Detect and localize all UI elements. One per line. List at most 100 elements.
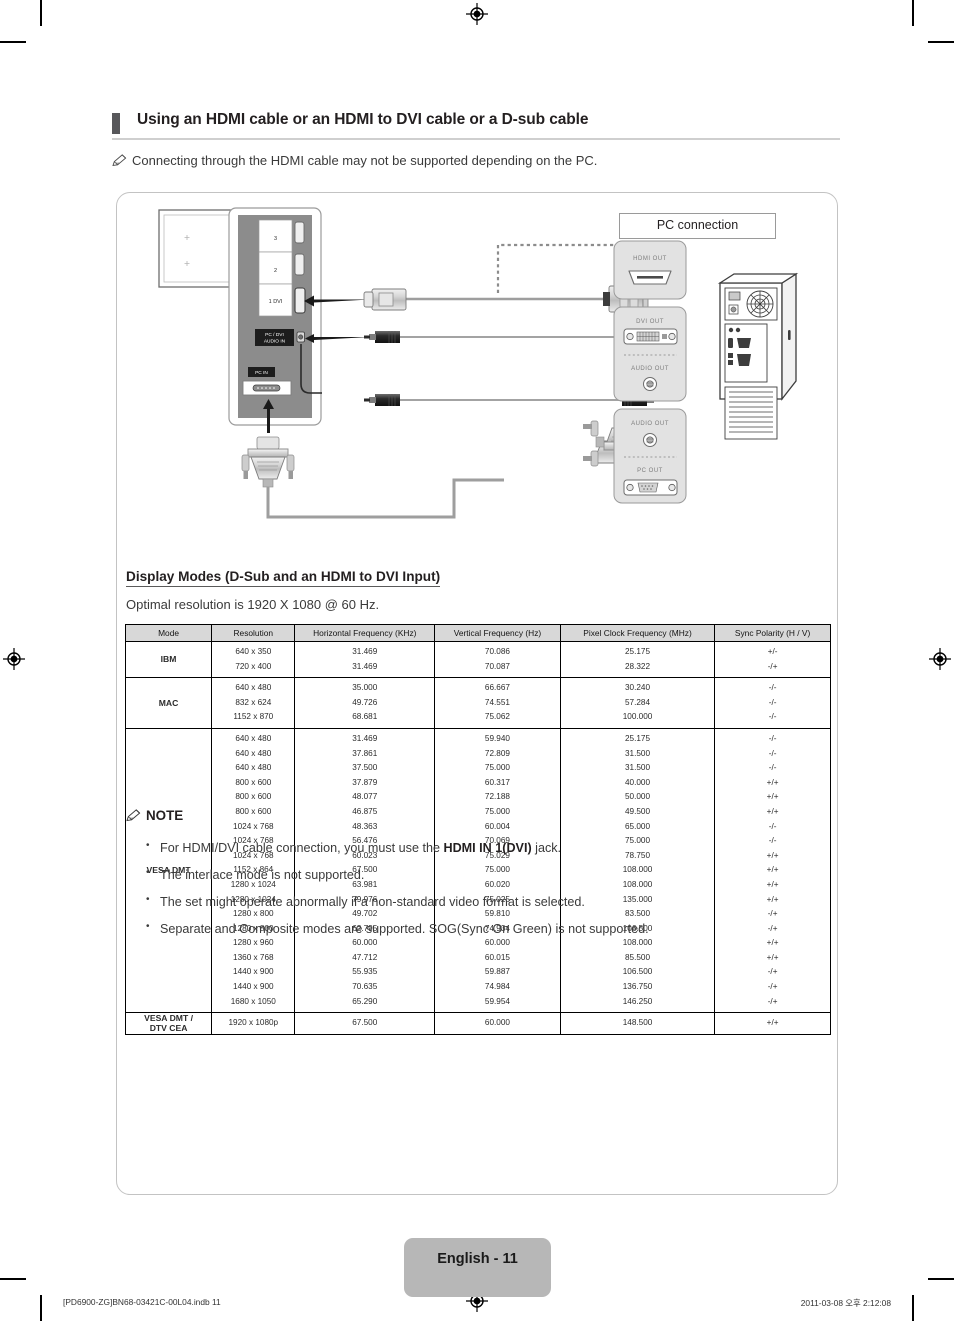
cell-vfreq: 72.809 (434, 746, 561, 762)
pc-port-label-audio-out-2: AUDIO OUT (631, 421, 669, 427)
cell-resolution: 640 x 480 (211, 677, 296, 696)
pc-port-group-pc: AUDIO OUT PC OUT (613, 408, 687, 504)
cell-resolution: 1360 x 768 (211, 950, 296, 966)
cell-pixclock: 106.500 (559, 965, 716, 981)
cell-syncpol: +/+ (714, 936, 831, 951)
note-item: The interlace mode is not supported. (126, 867, 826, 882)
cell-resolution: 640 x 350 (211, 640, 296, 660)
table-row: 832 x 624 49.726 74.551 57.284 -/- (126, 695, 831, 711)
cell-pixclock: 28.322 (559, 659, 716, 679)
cell-hfreq: 60.000 (294, 936, 436, 951)
cell-pixclock: 100.000 (559, 710, 716, 729)
cell-hfreq: 31.469 (294, 640, 436, 660)
col-pixclock: Pixel Clock Frequency (MHz) (559, 624, 716, 642)
pencil-icon (126, 809, 141, 825)
cell-syncpol: -/- (714, 746, 831, 762)
tv-port-label-pcdvi-line1: PC / DVI (265, 332, 284, 338)
intro-note: Connecting through the HDMI cable may no… (112, 153, 852, 170)
table-row: 720 x 400 31.469 70.087 28.322 -/+ (126, 659, 831, 679)
cell-syncpol: -/+ (714, 965, 831, 981)
cell-resolution: 640 x 480 (211, 727, 296, 747)
cell-vfreq: 60.000 (434, 936, 561, 951)
table-row: 1440 x 900 55.935 59.887 106.500 -/+ (126, 965, 831, 981)
cell-resolution: 832 x 624 (211, 695, 296, 711)
tv-hdmi-sockets (294, 221, 306, 314)
cell-vfreq: 59.954 (434, 994, 561, 1014)
cell-resolution: 800 x 600 (211, 775, 296, 791)
cell-hfreq: 31.469 (294, 659, 436, 679)
cell-vfreq: 59.887 (434, 965, 561, 981)
col-resolution: Resolution (211, 624, 296, 642)
crop-mark-top-right-horizontal (928, 41, 954, 43)
cell-hfreq: 37.500 (294, 761, 436, 776)
cell-syncpol: -/+ (714, 994, 831, 1014)
crop-mark-top-right-vertical (912, 0, 914, 26)
cell-pixclock: 25.175 (559, 727, 716, 747)
table-row: 1680 x 1050 65.290 59.954 146.250 -/+ (126, 994, 831, 1014)
cell-pixclock: 50.000 (559, 790, 716, 805)
note-title: NOTE (126, 808, 826, 825)
diagram-svg: 3 2 1 DVI PC / DVI AUDIO IN PC IN HDMI O… (158, 207, 799, 519)
cell-pixclock: 85.500 (559, 950, 716, 966)
note-block: NOTE For HDMI/DVI cable connection, you … (126, 808, 826, 936)
footer-file-reference: [PD6900-ZG]BN68-03421C-00L04.indb 11 (63, 1297, 221, 1307)
cell-hfreq: 55.935 (294, 965, 436, 981)
tv-port-label-hdmi3: 3 (274, 236, 277, 242)
cell-pixclock: 148.500 (559, 1012, 716, 1035)
cell-resolution: 1440 x 900 (211, 980, 296, 995)
cell-resolution: 800 x 600 (211, 790, 296, 805)
pc-port-label-pc-out: PC OUT (637, 468, 663, 474)
cell-pixclock: 25.175 (559, 640, 716, 660)
cell-hfreq: 37.861 (294, 746, 436, 762)
pc-connection-label: PC connection (619, 213, 776, 239)
cell-hfreq: 47.712 (294, 950, 436, 966)
pc-port-label-dvi-out: DVI OUT (636, 319, 664, 325)
cell-syncpol: +/+ (714, 1012, 831, 1035)
cell-resolution: 640 x 480 (211, 761, 296, 776)
note-title-text: NOTE (146, 808, 184, 823)
tv-port-label-hdmi2: 2 (274, 268, 277, 274)
pc-connection-diagram: 3 2 1 DVI PC / DVI AUDIO IN PC IN HDMI O… (117, 193, 839, 551)
cell-vfreq: 60.015 (434, 950, 561, 966)
cell-vfreq: 74.984 (434, 980, 561, 995)
cell-pixclock: 136.750 (559, 980, 716, 995)
tv-port-label-pcin: PC IN (255, 370, 268, 376)
col-vfreq: Vertical Frequency (Hz) (434, 624, 561, 642)
heading-accent-bar (112, 113, 120, 134)
table-row: 1152 x 870 68.681 75.062 100.000 -/- (126, 710, 831, 729)
page-title: Using an HDMI cable or an HDMI to DVI ca… (137, 111, 589, 128)
cell-resolution: 1152 x 870 (211, 710, 296, 729)
cell-resolution: 720 x 400 (211, 659, 296, 679)
table-row: 800 x 600 48.077 72.188 50.000 +/+ (126, 790, 831, 805)
table-row: 800 x 600 37.879 60.317 40.000 +/+ (126, 775, 831, 791)
cell-pixclock: 30.240 (559, 677, 716, 696)
page-number-tab: English - 11 (404, 1238, 551, 1297)
cell-pixclock: 40.000 (559, 775, 716, 791)
cell-vfreq: 74.551 (434, 695, 561, 711)
cell-vfreq: 75.000 (434, 761, 561, 776)
cell-hfreq: 67.500 (294, 1012, 436, 1035)
crop-mark-bottom-right-horizontal (928, 1278, 954, 1280)
table-row: 640 x 480 37.861 72.809 31.500 -/- (126, 746, 831, 762)
note-item: For HDMI/DVI cable connection, you must … (126, 840, 826, 855)
cell-hfreq: 68.681 (294, 710, 436, 729)
table-row: VESA DMT / DTV CEA 1920 x 1080p 67.500 60.00… (124, 1012, 831, 1035)
cell-hfreq: 65.290 (294, 994, 436, 1014)
heading-divider (112, 138, 840, 140)
crop-mark-bottom-left-vertical (40, 1295, 42, 1321)
registration-target-icon-left (3, 648, 25, 670)
cell-resolution: 1440 x 900 (211, 965, 296, 981)
crop-mark-bottom-right-vertical (912, 1295, 914, 1321)
cell-syncpol: -/- (714, 727, 831, 747)
cell-hfreq: 49.726 (294, 695, 436, 711)
cell-resolution: 1280 x 960 (211, 936, 296, 951)
cell-hfreq: 70.635 (294, 980, 436, 995)
registration-target-icon-top (466, 3, 488, 25)
table-row: VESA DMT 640 x 480 31.469 59.940 25.175 -/- (124, 727, 831, 1014)
cell-vfreq: 75.062 (434, 710, 561, 729)
crop-mark-bottom-left-horizontal (0, 1278, 26, 1280)
cell-vfreq: 59.940 (434, 727, 561, 747)
footer-timestamp: 2011-03-08 오후 2:12:08 (800, 1298, 891, 1308)
cell-pixclock: 31.500 (559, 761, 716, 776)
tv-jack-panel: 3 2 1 DVI PC / DVI AUDIO IN PC IN (228, 207, 322, 426)
